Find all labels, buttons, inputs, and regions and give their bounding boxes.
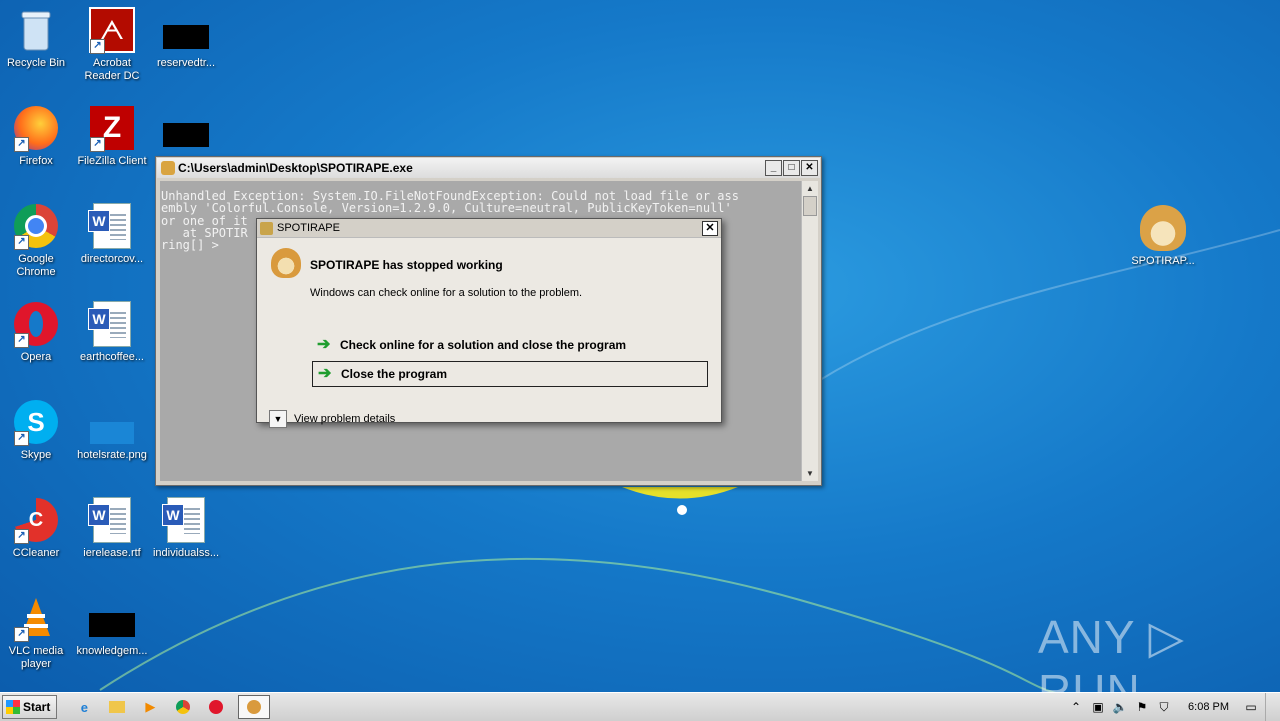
notification-icon[interactable]: ▭ <box>1243 700 1259 714</box>
start-button[interactable]: Start <box>2 695 58 719</box>
minimize-button[interactable]: _ <box>765 160 782 176</box>
taskbar-media-player[interactable]: ▶ <box>139 696 161 718</box>
desktop-icon-ccleaner[interactable]: C ↗ CCleaner <box>0 496 74 560</box>
doge-app-icon <box>247 700 262 714</box>
close-button[interactable]: ✕ <box>801 160 818 176</box>
word-document-icon: W <box>88 301 131 347</box>
volume-icon[interactable]: 🔈 <box>1112 700 1128 714</box>
desktop-icon-spotirape[interactable]: SPOTIRAP... <box>1125 204 1201 268</box>
recycle-bin-icon <box>12 6 60 54</box>
desktop-icon-skype[interactable]: S ↗ Skype <box>0 398 74 462</box>
desktop-icon-chrome[interactable]: ↗ Google Chrome <box>0 202 74 279</box>
doge-icon <box>271 248 301 278</box>
desktop-icon-acrobat[interactable]: ᗅ ↗ Acrobat Reader DC <box>74 6 150 83</box>
word-document-icon: W <box>88 497 131 543</box>
scroll-thumb[interactable] <box>803 196 817 216</box>
scroll-up-icon[interactable]: ▲ <box>802 181 818 196</box>
dialog-title: SPOTIRAPE <box>277 222 340 234</box>
close-program-button[interactable]: ➔ Close the program <box>312 361 708 387</box>
word-document-icon: W <box>88 203 131 249</box>
maximize-button[interactable]: □ <box>783 160 800 176</box>
scroll-down-icon[interactable]: ▼ <box>802 466 818 481</box>
desktop-icon-directorcov[interactable]: W directorcov... <box>74 202 150 266</box>
green-arrow-icon: ➔ <box>318 365 332 382</box>
desktop-icon-recycle-bin[interactable]: Recycle Bin <box>0 6 74 70</box>
tray-extra-icon[interactable]: ⛉ <box>1156 700 1172 715</box>
desktop-icon-vlc[interactable]: ↗ VLC media player <box>0 594 74 671</box>
desktop-icon-reservedtr[interactable]: reservedtr... <box>148 6 224 70</box>
taskbar-explorer[interactable] <box>106 696 128 718</box>
image-file-icon <box>90 422 134 444</box>
desktop-icon-thumb[interactable] <box>148 104 224 155</box>
doge-app-icon <box>161 161 175 175</box>
taskbar: Start e ▶ ⌃ ▣ 🔈 ⚑ ⛉ 6:08 PM ▭ <box>0 692 1280 721</box>
clock[interactable]: 6:08 PM <box>1188 701 1229 713</box>
desktop-icon-earthcoffee[interactable]: W earthcoffee... <box>74 300 150 364</box>
word-document-icon: W <box>162 497 205 543</box>
network-icon[interactable]: ▣ <box>1090 700 1106 714</box>
opera-icon <box>209 700 224 714</box>
dialog-close-button[interactable]: ✕ <box>702 220 718 236</box>
ie-icon: e <box>80 699 88 715</box>
taskbar-spotirape[interactable] <box>238 695 271 719</box>
chrome-icon <box>176 700 191 714</box>
doge-app-icon <box>260 221 273 235</box>
vlc-icon: ↗ <box>12 594 60 642</box>
desktop-icon-hotelsrate[interactable]: hotelsrate.png <box>74 398 150 462</box>
windows-flag-icon <box>6 700 20 714</box>
image-thumbnail-icon <box>163 25 209 49</box>
show-desktop-button[interactable] <box>1265 693 1280 721</box>
console-scrollbar[interactable]: ▲ ▼ <box>801 181 818 481</box>
taskbar-chrome[interactable] <box>172 696 194 718</box>
image-thumbnail-icon <box>163 123 209 147</box>
check-online-button[interactable]: ➔ Check online for a solution and close … <box>312 332 708 358</box>
taskbar-ie[interactable]: e <box>73 696 95 718</box>
dialog-titlebar[interactable]: SPOTIRAPE ✕ <box>257 219 721 238</box>
flag-icon[interactable]: ⚑ <box>1134 700 1150 714</box>
console-title: C:\Users\admin\Desktop\SPOTIRAPE.exe <box>178 161 413 175</box>
desktop-icon-individualss[interactable]: W individualss... <box>148 496 224 560</box>
desktop-icon-knowledgem[interactable]: knowledgem... <box>74 594 150 658</box>
desktop-icon-opera[interactable]: ↗ Opera <box>0 300 74 364</box>
console-titlebar[interactable]: C:\Users\admin\Desktop\SPOTIRAPE.exe _ □… <box>157 158 820 178</box>
view-details-toggle[interactable]: ▼ View problem details <box>269 410 395 428</box>
image-thumbnail-icon <box>89 613 135 637</box>
show-hidden-icons-icon[interactable]: ⌃ <box>1068 700 1084 714</box>
desktop-icon-ierelease[interactable]: W ierelease.rtf <box>74 496 150 560</box>
explorer-icon <box>109 701 126 713</box>
system-tray: ⌃ ▣ 🔈 ⚑ ⛉ 6:08 PM ▭ <box>1068 693 1280 721</box>
chevron-down-icon[interactable]: ▼ <box>269 410 287 428</box>
doge-icon <box>1140 205 1186 251</box>
green-arrow-icon: ➔ <box>317 336 331 353</box>
error-dialog[interactable]: SPOTIRAPE ✕ SPOTIRAPE has stopped workin… <box>256 218 722 428</box>
taskbar-opera[interactable] <box>205 696 227 718</box>
dialog-subline: Windows can check online for a solution … <box>310 287 583 299</box>
media-player-icon: ▶ <box>145 699 156 714</box>
dialog-headline: SPOTIRAPE has stopped working <box>310 258 503 272</box>
desktop-icon-filezilla[interactable]: Z ↗ FileZilla Client <box>74 104 150 168</box>
desktop-icon-firefox[interactable]: ↗ Firefox <box>0 104 74 168</box>
